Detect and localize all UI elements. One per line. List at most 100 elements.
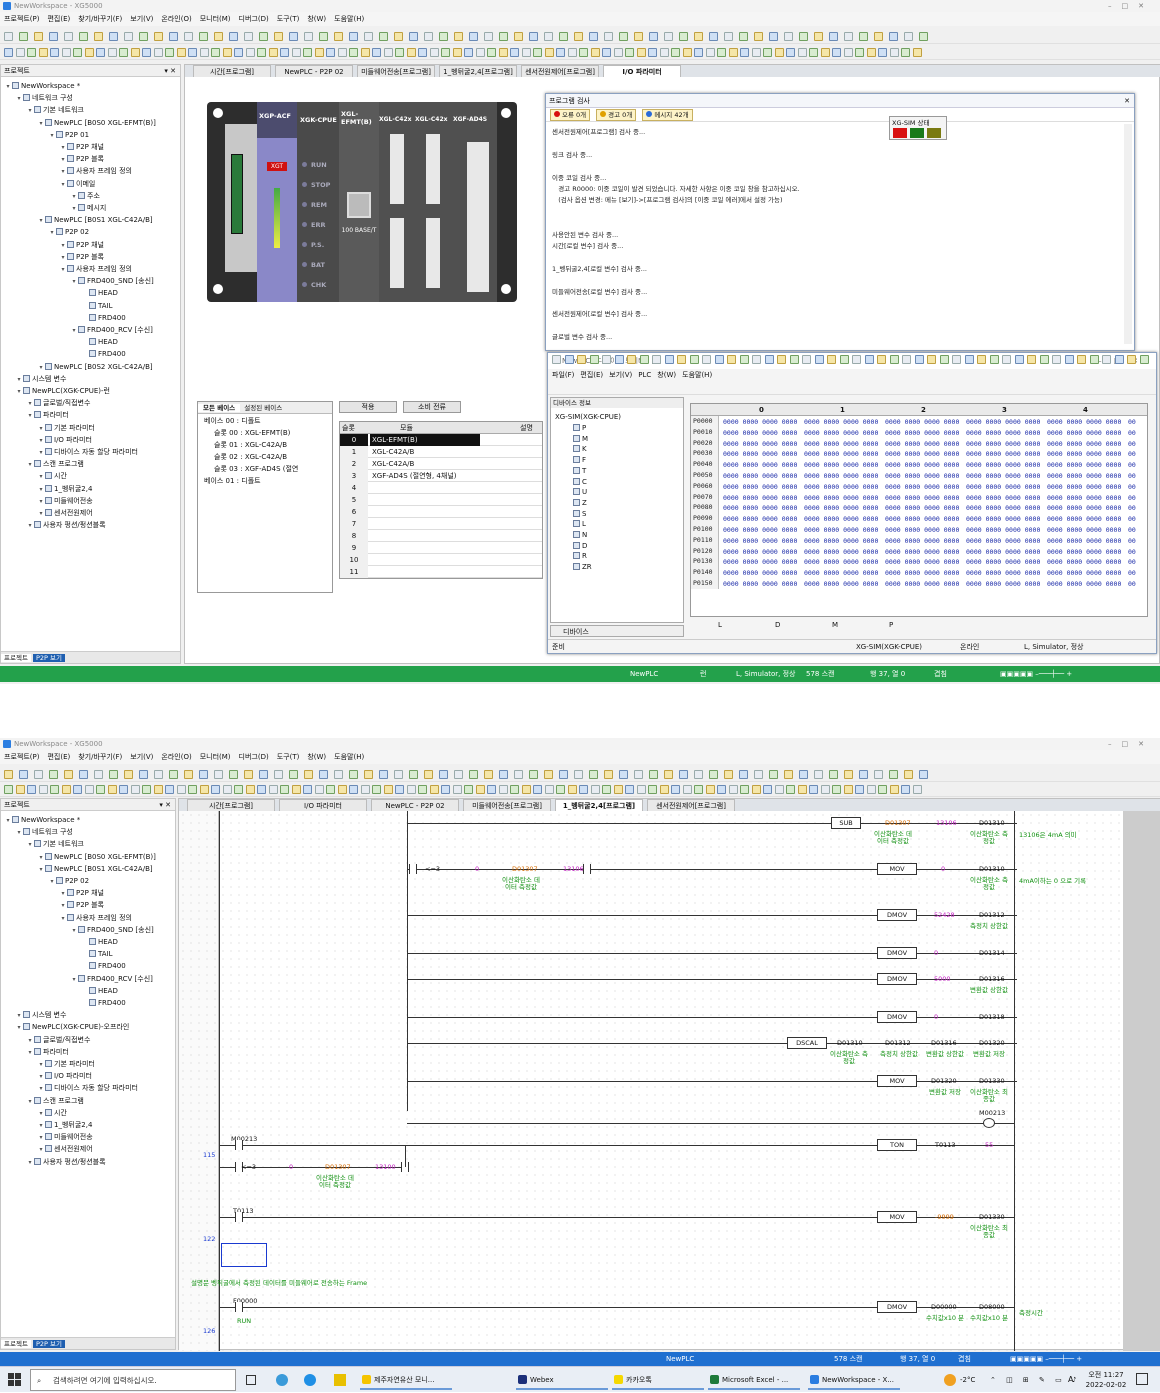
toolbar-button[interactable] xyxy=(395,48,404,57)
expand-icon[interactable]: ▾ xyxy=(27,108,33,114)
device-value-cell[interactable]: 0000 0000 0000 0000 xyxy=(966,526,1040,534)
toolbar-button[interactable] xyxy=(498,48,508,57)
toolbar-button[interactable] xyxy=(454,32,463,41)
expand-icon[interactable]: ▾ xyxy=(38,854,44,861)
expand-icon[interactable]: ▾ xyxy=(16,376,22,383)
device-tree-item[interactable]: T xyxy=(573,466,586,477)
toolbar-button[interactable] xyxy=(73,48,82,57)
toolbar-button[interactable] xyxy=(406,785,416,794)
contact-symbol[interactable] xyxy=(235,1212,243,1222)
toolbar-button[interactable] xyxy=(199,770,208,779)
toolbar-button[interactable] xyxy=(709,32,718,41)
toolbar-button[interactable] xyxy=(814,355,824,364)
device-value-cell[interactable]: 0000 0000 0000 0000 xyxy=(723,472,797,480)
toolbar-button[interactable] xyxy=(799,32,808,41)
toolbar-button[interactable] xyxy=(648,785,657,794)
tree-item[interactable]: ▾ 디바이스 자동 할당 파라미터 xyxy=(38,1083,138,1094)
tree-item[interactable]: ▾ 시스템 변수 xyxy=(16,374,66,385)
toolbar-button[interactable] xyxy=(184,32,193,41)
toolbar-button[interactable] xyxy=(64,770,73,779)
expand-icon[interactable]: ▾ xyxy=(71,927,77,934)
input-language[interactable]: A xyxy=(1068,1367,1073,1393)
toolbar-button[interactable] xyxy=(874,770,883,779)
toolbar-button[interactable] xyxy=(280,785,289,794)
tree-item[interactable]: ▾ 디바이스 자동 할당 파라미터 xyxy=(38,447,138,458)
expand-icon[interactable]: ▾ xyxy=(27,1037,33,1044)
document-tab[interactable]: NewPLC - P2P 02 xyxy=(371,799,459,811)
device-value-cell[interactable]: 0000 0000 0000 0000 xyxy=(723,494,797,502)
device-value-cell[interactable]: 00 xyxy=(1128,429,1136,437)
editor-cursor[interactable] xyxy=(221,1243,267,1267)
tab-p2p-view[interactable]: P2P 보기 xyxy=(33,654,66,662)
device-tree-item[interactable]: P xyxy=(573,423,586,434)
toolbar-button[interactable] xyxy=(809,48,818,57)
device-value-cell[interactable]: 00 xyxy=(1128,461,1136,469)
slot-row[interactable]: 7 xyxy=(340,518,542,530)
toolbar-button[interactable] xyxy=(214,770,223,779)
device-value-cell[interactable]: 0000 0000 0000 0000 xyxy=(966,461,1040,469)
expand-icon[interactable]: ▾ xyxy=(60,891,66,897)
apply-button[interactable]: 적용 xyxy=(339,401,397,413)
toolbar-button[interactable] xyxy=(424,32,433,41)
current-consumption-button[interactable]: 소비 전류 xyxy=(403,401,461,413)
expand-icon[interactable] xyxy=(82,338,88,344)
device-value-cell[interactable]: 0000 0000 0000 0000 xyxy=(885,429,959,437)
taskbar-search-input[interactable]: ⌕ 검색하려면 여기에 입력하십시오. xyxy=(30,1369,236,1391)
tree-item[interactable]: ▾ P2P 채널 xyxy=(60,240,104,251)
panel-close-icon[interactable]: ▾ ✕ xyxy=(164,65,176,77)
expand-icon[interactable]: ▾ xyxy=(38,498,44,505)
toolbar-button[interactable] xyxy=(705,785,715,794)
tree-item[interactable]: ▾ 기본 네트워크 xyxy=(27,839,84,850)
toolbar-button[interactable] xyxy=(19,770,28,779)
tree-item[interactable]: ▾ NewPLC(XGK-CPUE)-런 xyxy=(16,386,110,397)
slot-row[interactable]: 11 xyxy=(340,566,542,578)
device-value-cell[interactable]: 0000 0000 0000 0000 xyxy=(966,569,1040,577)
toolbar-button[interactable] xyxy=(84,785,94,794)
device-value-cell[interactable]: 0000 0000 0000 0000 xyxy=(804,526,878,534)
device-tree-item[interactable]: N xyxy=(573,530,587,541)
toolbar-button[interactable] xyxy=(439,770,448,779)
toolbar-button[interactable] xyxy=(154,770,163,779)
menu-item[interactable]: 프로젝트(P) xyxy=(4,15,39,23)
toolbar-button[interactable] xyxy=(291,48,301,57)
toolbar-button[interactable] xyxy=(914,355,924,364)
toolbar-button[interactable] xyxy=(142,785,151,794)
document-tab[interactable]: 센서전원제어[프로그램] xyxy=(521,65,599,77)
toolbar-button[interactable] xyxy=(619,770,628,779)
device-value-cell[interactable]: 0000 0000 0000 0000 xyxy=(966,450,1040,458)
device-value-cell[interactable]: 0000 0000 0000 0000 xyxy=(1047,569,1121,577)
toolbar-button[interactable] xyxy=(257,785,266,794)
toolbar-button[interactable] xyxy=(559,770,568,779)
device-tab[interactable]: P xyxy=(889,619,893,631)
toolbar-button[interactable] xyxy=(34,32,43,41)
expand-icon[interactable]: ▾ xyxy=(16,1013,22,1019)
toolbar-button[interactable] xyxy=(498,785,508,794)
expand-icon[interactable] xyxy=(82,938,88,944)
toolbar-button[interactable] xyxy=(314,48,324,57)
slot-row[interactable]: 6 xyxy=(340,506,542,518)
device-value-cell[interactable]: 0000 0000 0000 0000 xyxy=(885,472,959,480)
menu-item[interactable]: 디버그(D) xyxy=(239,15,269,23)
toolbar-button[interactable] xyxy=(829,770,838,779)
device-tree-item[interactable]: F xyxy=(573,455,586,466)
menu-item[interactable]: 모니터(M) xyxy=(200,753,231,761)
menu-item[interactable]: 창(W) xyxy=(657,371,676,379)
device-value-cell[interactable]: 0000 0000 0000 0000 xyxy=(885,461,959,469)
tree-item[interactable]: ▾ I/O 파라미터 xyxy=(38,1071,92,1082)
toolbar-button[interactable] xyxy=(349,32,358,41)
device-value-cell[interactable]: 0000 0000 0000 0000 xyxy=(804,548,878,556)
toolbar-button[interactable] xyxy=(763,48,772,57)
device-tree-item[interactable]: Z xyxy=(573,498,587,509)
expand-icon[interactable]: ▾ xyxy=(60,915,66,922)
device-value-cell[interactable]: 0000 0000 0000 0000 xyxy=(966,504,1040,512)
toolbar-button[interactable] xyxy=(1089,355,1099,364)
window-controls[interactable]: –□✕ xyxy=(1108,0,1154,12)
tree-item[interactable]: ▾ 시간 xyxy=(38,471,67,482)
view-mode-icons[interactable]: ▣▣▣▣▣ –───┼── + xyxy=(1000,666,1072,682)
device-value-cell[interactable]: 0000 0000 0000 0000 xyxy=(804,537,878,545)
dscal-instruction[interactable]: DSCAL xyxy=(787,1037,827,1049)
toolbar-button[interactable] xyxy=(109,32,118,41)
document-tab[interactable]: 1_벵뒤굴2,4[프로그램] xyxy=(555,799,643,811)
toolbar-button[interactable] xyxy=(469,32,478,41)
tab-all-bases[interactable]: 모든 베이스 xyxy=(198,404,241,412)
